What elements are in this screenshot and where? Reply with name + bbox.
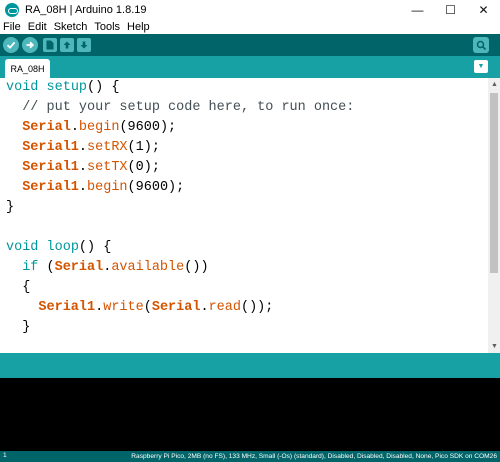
- code-token: .: [78, 180, 88, 195]
- code-token: if: [22, 260, 39, 275]
- code-token: available: [111, 260, 185, 275]
- code-token: () {: [78, 240, 112, 255]
- code-token: Serial1: [38, 300, 96, 315]
- code-token: Serial: [22, 120, 71, 135]
- code-token: void: [6, 80, 39, 95]
- code-token: ());: [240, 300, 274, 315]
- menu-help[interactable]: Help: [124, 21, 154, 33]
- menu-sketch[interactable]: Sketch: [51, 21, 92, 33]
- code-line: void setup() {: [6, 78, 119, 98]
- code-token: () {: [87, 80, 120, 95]
- maximize-button[interactable]: ☐: [434, 0, 467, 20]
- code-token: begin: [87, 180, 128, 195]
- code-token: begin: [78, 120, 120, 135]
- new-button[interactable]: [43, 38, 57, 52]
- code-token: (0);: [127, 160, 160, 175]
- code-line: Serial1.setRX(1);: [6, 138, 160, 158]
- code-token: .: [78, 160, 88, 175]
- code-token: }: [6, 320, 31, 335]
- scrollbar-thumb[interactable]: [490, 93, 498, 273]
- code-line: Serial1.begin(9600);: [6, 178, 184, 198]
- code-token: (9600);: [119, 120, 177, 135]
- code-token: }: [6, 200, 15, 215]
- code-token: void: [6, 240, 39, 255]
- window-title: RA_08H | Arduino 1.8.19: [25, 4, 147, 16]
- code-line: Serial1.setTX(0);: [6, 158, 160, 178]
- upload-button[interactable]: [22, 37, 38, 53]
- code-line: Serial.begin(9600);: [6, 118, 176, 138]
- open-icon: [63, 41, 71, 49]
- code-token: (: [143, 300, 152, 315]
- code-line: if (Serial.available()): [6, 258, 209, 278]
- code-line: }: [6, 198, 14, 218]
- menu-edit[interactable]: Edit: [25, 21, 51, 33]
- new-icon: [46, 40, 54, 50]
- code-token: write: [103, 300, 144, 315]
- verify-button[interactable]: [3, 37, 19, 53]
- serial-monitor-button[interactable]: [473, 37, 489, 53]
- code-token: // put your setup code here, to run once…: [6, 100, 355, 115]
- chevron-down-icon: ▼: [477, 63, 485, 70]
- serial-monitor-icon: [476, 40, 486, 50]
- code-token: (: [38, 260, 55, 275]
- code-token: (1);: [127, 140, 160, 155]
- board-info: Raspberry Pi Pico, 2MB (no FS), 133 MHz,…: [131, 452, 497, 460]
- console-output[interactable]: [0, 378, 500, 451]
- code-line: }: [6, 318, 30, 338]
- code-token: read: [208, 300, 241, 315]
- code-token: .: [200, 300, 209, 315]
- menu-tools[interactable]: Tools: [91, 21, 124, 33]
- code-token: .: [78, 140, 88, 155]
- arduino-logo-icon: [5, 3, 19, 17]
- tab-menu-button[interactable]: ▼: [474, 60, 488, 73]
- scroll-up-icon[interactable]: ▲: [491, 81, 498, 88]
- menu-file[interactable]: File: [0, 21, 25, 33]
- code-token: Serial1: [22, 160, 79, 175]
- code-token: setTX: [87, 160, 128, 175]
- line-number: 1: [3, 452, 7, 459]
- code-line: Serial1.write(Serial.read());: [6, 298, 273, 318]
- code-token: Serial: [151, 300, 201, 315]
- editor-scrollbar[interactable]: ▲ ▼: [488, 78, 500, 353]
- code-token: .: [70, 120, 79, 135]
- code-line: // put your setup code here, to run once…: [6, 98, 354, 118]
- status-bar: 1 Raspberry Pi Pico, 2MB (no FS), 133 MH…: [0, 451, 500, 462]
- upload-icon: [26, 41, 35, 49]
- save-icon: [80, 41, 88, 49]
- minimize-button[interactable]: —: [401, 0, 434, 20]
- code-token: loop: [46, 240, 79, 255]
- code-token: (9600);: [127, 180, 185, 195]
- code-token: Serial1: [22, 140, 79, 155]
- scroll-down-icon[interactable]: ▼: [491, 343, 498, 350]
- save-button[interactable]: [77, 38, 91, 52]
- code-token: Serial: [54, 260, 104, 275]
- menu-bar: File Edit Sketch Tools Help: [0, 20, 500, 34]
- window-controls: — ☐ ✕: [401, 0, 500, 20]
- code-token: ()): [184, 260, 209, 275]
- code-token: setRX: [87, 140, 128, 155]
- close-button[interactable]: ✕: [467, 0, 500, 20]
- toolbar: [0, 34, 500, 56]
- code-token: Serial1: [22, 180, 79, 195]
- code-token: setup: [46, 80, 88, 95]
- title-bar: RA_08H | Arduino 1.8.19 — ☐ ✕: [0, 0, 500, 20]
- message-bar: [0, 353, 500, 378]
- code-token: {: [6, 280, 31, 295]
- code-line: void loop() {: [6, 238, 111, 258]
- code-line: {: [6, 278, 30, 298]
- tab-strip: RA_08H ▼: [0, 56, 500, 78]
- code-editor[interactable]: void setup() { // put your setup code he…: [0, 78, 488, 353]
- open-button[interactable]: [60, 38, 74, 52]
- verify-icon: [6, 41, 16, 49]
- tab-ra-08h[interactable]: RA_08H: [5, 59, 50, 78]
